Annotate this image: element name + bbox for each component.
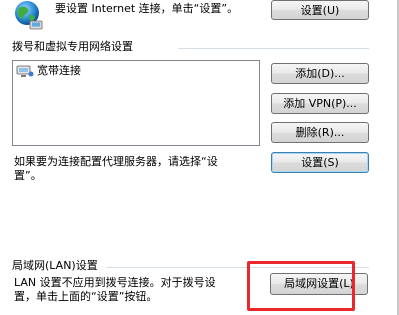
delete-connection-button[interactable]: 删除(R)... <box>271 122 369 143</box>
internet-setup-button[interactable]: 设置(U) <box>271 0 369 20</box>
group-divider <box>178 48 369 49</box>
broadband-connection-icon <box>16 64 34 78</box>
add-vpn-button[interactable]: 添加 VPN(P)... <box>271 93 369 114</box>
connection-name: 宽带连接 <box>37 64 81 77</box>
proxy-note-line1: 如果要为连接配置代理服务器，请选择“设 <box>14 155 218 168</box>
highlight-annotation-box <box>247 261 355 311</box>
dialup-vpn-group-label: 拨号和虚拟专用网络设置 <box>12 40 133 53</box>
dialup-settings-button[interactable]: 设置(S) <box>271 152 369 173</box>
add-connection-button[interactable]: 添加(D)... <box>271 63 369 84</box>
internet-setup-notice: 要设置 Internet 连接，单击“设置”。 <box>55 2 239 15</box>
lan-group-label: 局域网(LAN)设置 <box>12 259 98 272</box>
lan-note-line1: LAN 设置不应用到拨号连接。对于拨号设 <box>14 276 216 289</box>
lan-note-line2: 置，单击上面的“设置”按钮。 <box>14 290 158 303</box>
globe-network-icon <box>10 0 44 30</box>
proxy-note-line2: 置”。 <box>14 169 42 182</box>
list-item[interactable]: 宽带连接 <box>16 64 81 78</box>
connections-listbox[interactable]: 宽带连接 <box>12 60 260 146</box>
